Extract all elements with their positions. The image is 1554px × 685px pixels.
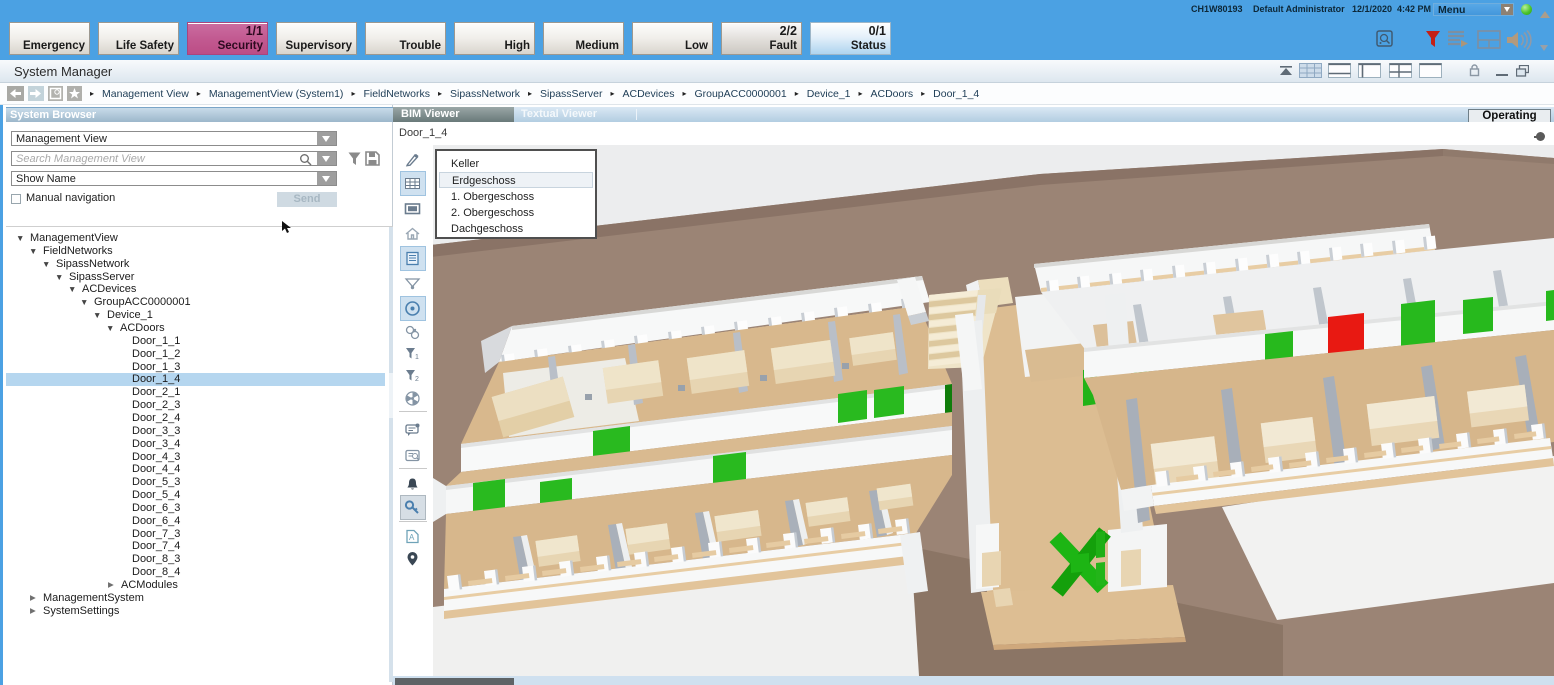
svg-text:1: 1 (415, 354, 419, 361)
svg-text:2: 2 (415, 376, 419, 383)
svg-text:A: A (409, 533, 415, 542)
